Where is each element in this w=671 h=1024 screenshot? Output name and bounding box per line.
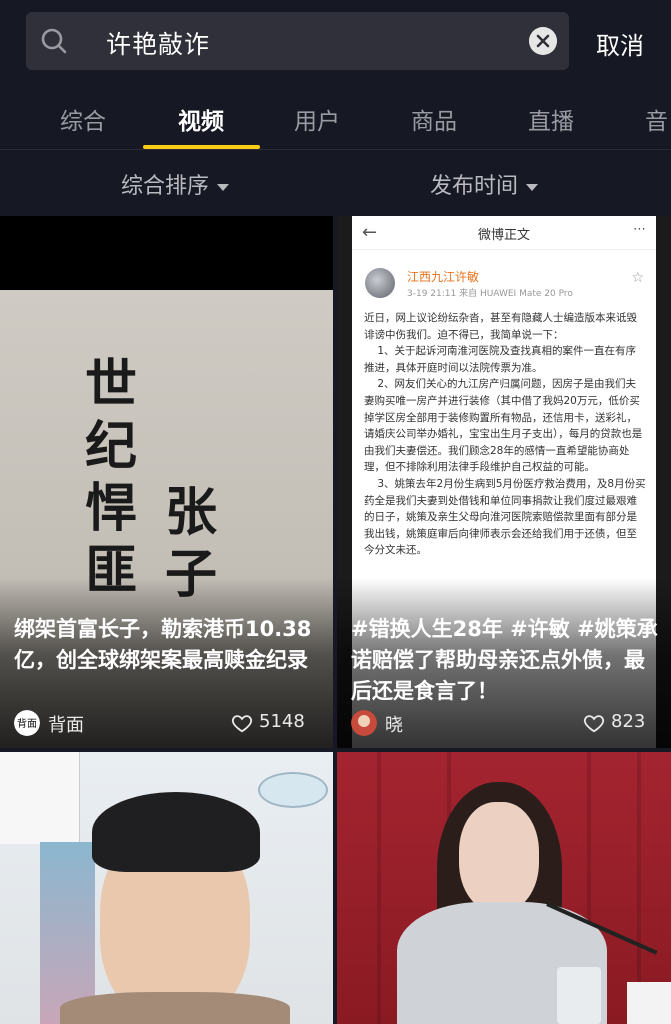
cover-person-hair: [92, 792, 260, 872]
weibo-header: ← 微博正文 ⋯: [352, 216, 656, 250]
cover-ceiling-lamp: [258, 772, 328, 808]
cover-paper: [627, 982, 671, 1024]
video-caption: #错换人生28年 #许敏 #姚策承诺赔偿了帮助母亲还点外债，最后还是食言了！: [351, 617, 658, 703]
tab-videos[interactable]: 视频: [178, 102, 224, 136]
active-tab-indicator: [143, 145, 260, 149]
like-count: 823: [583, 710, 661, 736]
heart-icon: [583, 715, 605, 733]
weibo-meta: 3-19 21:11 来自 HUAWEI Mate 20 Pro: [407, 289, 573, 299]
tab-comprehensive[interactable]: 综合: [60, 102, 106, 136]
heart-icon: [231, 715, 253, 733]
tab-users[interactable]: 用户: [294, 102, 340, 136]
weibo-title: 微博正文: [477, 228, 530, 243]
sort-filter-label: 综合排序: [121, 174, 210, 199]
video-card[interactable]: 世 纪 悍 匪 张 子 绑架首富长子，勒索港币10.38亿，创全球绑架案最高赎金…: [0, 216, 333, 748]
more-icon: ⋯: [633, 222, 646, 237]
search-row: 许艳敲诈 取消: [0, 0, 671, 88]
likes-count: 5148: [259, 711, 305, 732]
search-icon: [41, 28, 67, 54]
sort-filter[interactable]: 综合排序: [121, 168, 230, 200]
star-icon: ☆: [631, 270, 644, 286]
time-filter-label: 发布时间: [430, 174, 519, 199]
caret-down-icon: [526, 183, 539, 191]
cover-curtain-fold: [377, 752, 381, 1024]
cover-air-conditioner: [0, 752, 80, 844]
time-filter[interactable]: 发布时间: [430, 168, 539, 200]
search-box[interactable]: 许艳敲诈: [26, 12, 569, 70]
tab-live[interactable]: 直播: [528, 102, 574, 136]
weibo-user-name: 江西九江许敏: [407, 270, 480, 284]
filter-bar: 综合排序 发布时间: [0, 152, 671, 214]
like-count: 5148: [231, 710, 323, 736]
video-card[interactable]: [337, 752, 671, 1024]
caret-down-icon: [217, 183, 230, 191]
video-card[interactable]: ← 微博正文 ⋯ 江西九江许敏 3-19 21:11 来自 HUAWEI Mat…: [337, 216, 671, 748]
avatar-text: 背面: [17, 717, 37, 730]
avatar: [365, 268, 395, 298]
likes-count: 823: [611, 711, 646, 732]
tab-products[interactable]: 商品: [411, 102, 457, 136]
avatar: 背面: [14, 710, 40, 736]
tab-bar: 综合 视频 用户 商品 直播 音: [0, 96, 671, 150]
avatar: [351, 710, 377, 736]
cover-person-face: [459, 802, 539, 912]
weibo-body: 近日，网上议论纷纭杂沓，甚至有隐藏人士编造版本来诋毁诽谤中伤我们。迫不得已，我简…: [364, 312, 646, 557]
author-name: 背面: [48, 715, 84, 736]
tab-music[interactable]: 音: [645, 102, 668, 136]
search-input[interactable]: 许艳敲诈: [106, 25, 210, 61]
cover-person-shirt: [60, 992, 290, 1024]
clear-icon[interactable]: [529, 27, 557, 55]
author-name: 晓: [385, 715, 403, 736]
video-card[interactable]: [0, 752, 333, 1024]
video-caption: 绑架首富长子，勒索港币10.38亿，创全球绑架案最高赎金纪录: [14, 617, 312, 672]
cover-cup: [557, 967, 601, 1024]
cancel-button[interactable]: 取消: [596, 26, 644, 61]
